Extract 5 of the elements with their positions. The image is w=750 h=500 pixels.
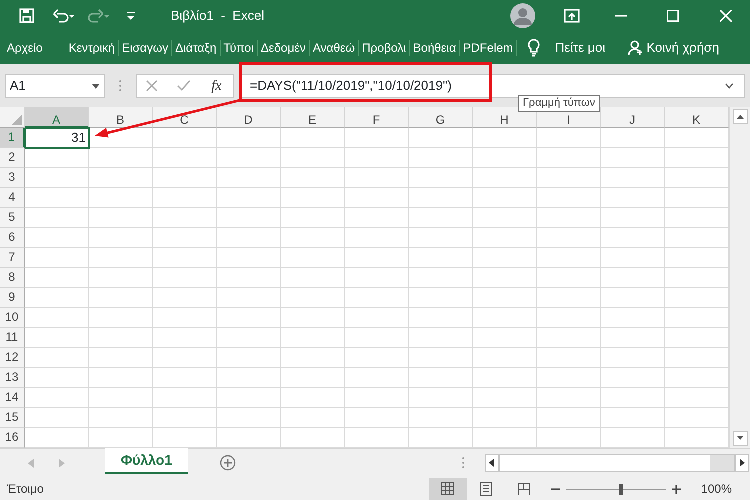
name-box-text: A1: [10, 77, 26, 96]
window-title: Βιβλίο1 - Excel: [170, 7, 266, 26]
status-text: Έτοιμο: [6, 481, 45, 498]
tooltip: Γραμμή τύπων: [518, 95, 600, 112]
formula-text: =DAYS("11/10/2019","10/10/2019"): [250, 77, 452, 95]
